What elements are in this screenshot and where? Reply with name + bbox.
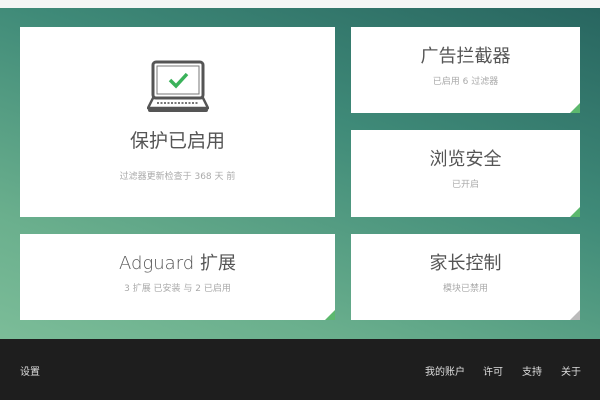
protection-title: 保护已启用: [129, 130, 225, 152]
parental-control-title: 家长控制: [429, 253, 502, 274]
ad-blocker-subtitle: 已启用 6 过滤器: [432, 77, 499, 87]
about-link[interactable]: 关于: [561, 363, 581, 378]
status-indicator: [570, 103, 580, 113]
browsing-security-card[interactable]: 浏览安全 已开启: [351, 130, 580, 217]
parental-control-card[interactable]: 家长控制 模块已禁用: [351, 234, 580, 320]
status-indicator: [570, 207, 580, 217]
extensions-title: Adguard 扩展: [119, 253, 236, 274]
license-link[interactable]: 许可: [483, 363, 503, 378]
status-indicator: [325, 310, 335, 320]
support-link[interactable]: 支持: [522, 363, 542, 378]
extensions-subtitle: 3 扩展 已安装 与 2 已启用: [124, 284, 231, 294]
settings-link[interactable]: 设置: [20, 363, 40, 378]
extensions-card[interactable]: Adguard 扩展 3 扩展 已安装 与 2 已启用: [20, 234, 335, 320]
footer: 设置 我的账户 许可 支持 关于: [0, 339, 600, 400]
laptop-check-icon: [145, 60, 210, 112]
ad-blocker-card[interactable]: 广告拦截器 已启用 6 过滤器: [351, 27, 580, 113]
status-indicator: [570, 310, 580, 320]
my-account-link[interactable]: 我的账户: [425, 363, 465, 378]
protection-card[interactable]: 保护已启用 过滤器更新检查于 368 天 前: [20, 27, 335, 217]
top-bar: [0, 0, 600, 8]
protection-subtitle: 过滤器更新检查于 368 天 前: [119, 172, 236, 182]
ad-blocker-title: 广告拦截器: [420, 46, 511, 67]
browsing-security-subtitle: 已开启: [451, 180, 479, 190]
parental-control-subtitle: 模块已禁用: [442, 284, 488, 294]
browsing-security-title: 浏览安全: [429, 149, 502, 170]
